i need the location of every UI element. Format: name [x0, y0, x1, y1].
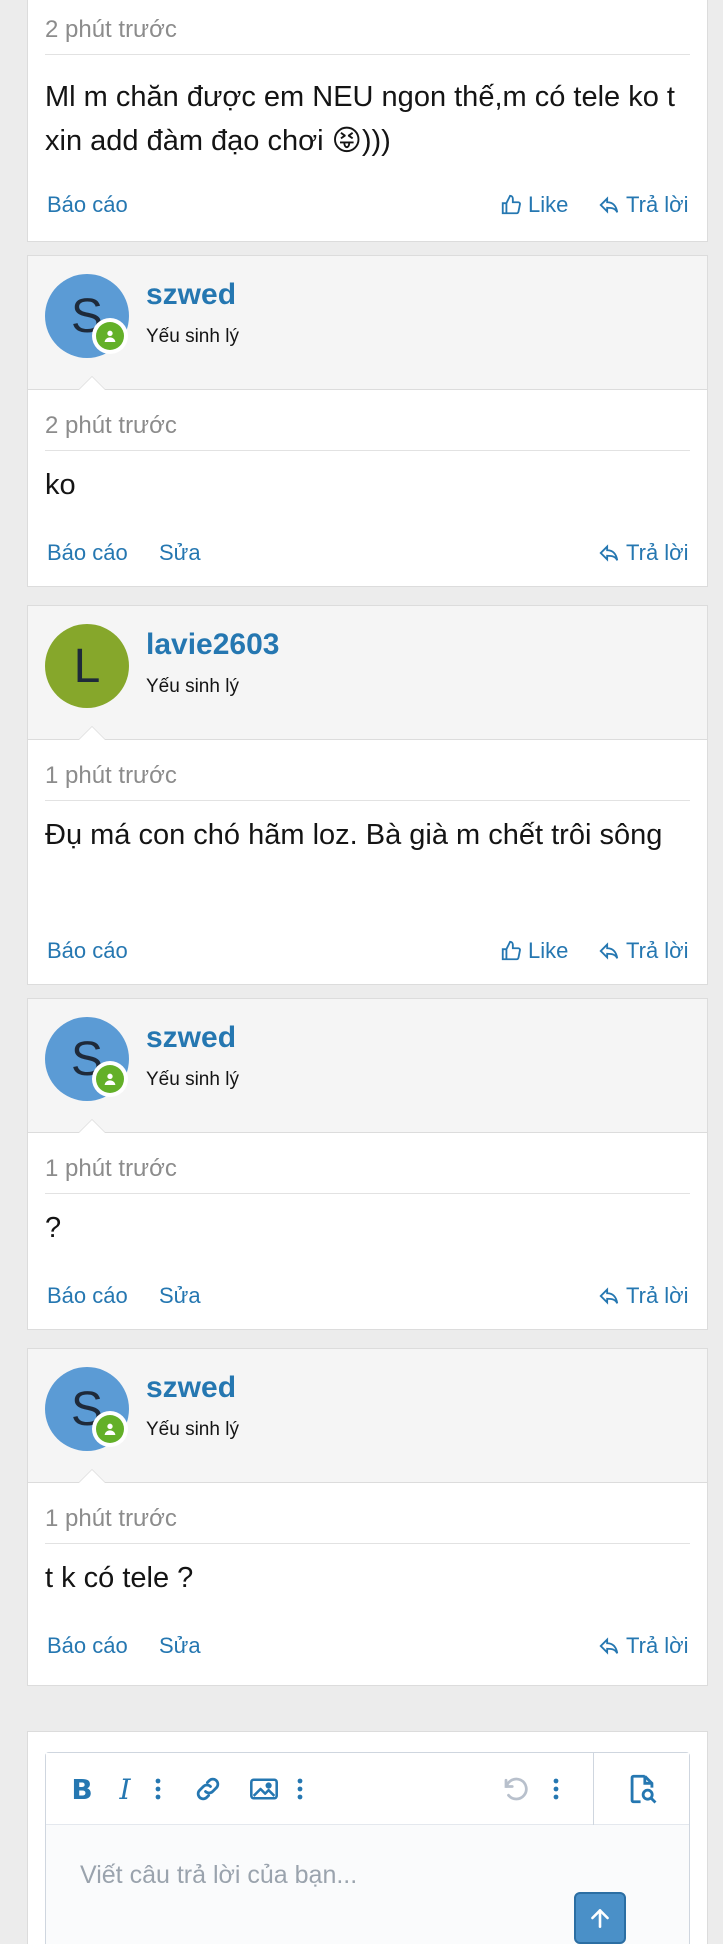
more-options-icon[interactable] — [150, 1773, 166, 1805]
post-actions: Báo cáo Sửa Trả lời — [28, 1261, 707, 1333]
report-link[interactable]: Báo cáo — [47, 192, 128, 218]
preview-icon[interactable] — [593, 1753, 689, 1825]
post-card: 2 phút trước Ml m chăn được em NEU ngon … — [27, 0, 708, 242]
editor-toolbar: B I — [46, 1753, 689, 1825]
edit-link[interactable]: Sửa — [159, 1283, 201, 1309]
post-message: Đụ má con chó hãm loz. Bà già m chết trô… — [45, 819, 663, 851]
reply-icon — [599, 196, 619, 214]
reply-label: Trả lời — [626, 938, 689, 963]
online-status-icon — [92, 1061, 128, 1097]
reply-button[interactable]: Trả lời — [598, 540, 689, 566]
edit-link[interactable]: Sửa — [159, 1633, 201, 1659]
post-user-header: S szwed Yếu sinh lý — [28, 256, 707, 390]
username[interactable]: szwed — [146, 1021, 236, 1055]
speech-pointer — [78, 1469, 106, 1483]
reply-label: Trả lời — [626, 1633, 689, 1658]
reply-label: Trả lời — [626, 540, 689, 565]
more-options-icon[interactable] — [548, 1773, 564, 1805]
reply-icon — [599, 544, 619, 562]
report-link[interactable]: Báo cáo — [47, 540, 128, 566]
like-button[interactable]: Like — [500, 192, 568, 218]
scroll-top-button[interactable] — [574, 1892, 626, 1944]
post-time[interactable]: 1 phút trước — [45, 740, 690, 801]
report-link[interactable]: Báo cáo — [47, 938, 128, 964]
post-body: 1 phút trước Đụ má con chó hãm loz. Bà g… — [28, 740, 707, 857]
post-body: 2 phút trước Ml m chăn được em NEU ngon … — [28, 0, 707, 163]
reply-icon — [599, 1637, 619, 1655]
like-label: Like — [528, 192, 569, 217]
online-status-icon — [92, 318, 128, 354]
italic-icon[interactable]: I — [112, 1773, 138, 1806]
post-time[interactable]: 2 phút trước — [45, 0, 690, 55]
post-actions: Báo cáo Sửa Trả lời — [28, 1611, 707, 1683]
thread-page: 2 phút trước Ml m chăn được em NEU ngon … — [0, 0, 723, 1944]
post-user-header: L lavie2603 Yếu sinh lý — [28, 606, 707, 740]
reply-button[interactable]: Trả lời — [598, 938, 689, 964]
online-status-icon — [92, 1411, 128, 1447]
reply-button[interactable]: Trả lời — [598, 1283, 689, 1309]
user-title: Yếu sinh lý — [146, 1419, 239, 1440]
thumbs-up-icon — [501, 194, 521, 215]
post-time[interactable]: 1 phút trước — [45, 1483, 690, 1544]
post-card: S szwed Yếu sinh lý 2 phút trước ko Báo … — [27, 255, 708, 587]
report-link[interactable]: Báo cáo — [47, 1633, 128, 1659]
thumbs-up-icon — [501, 940, 521, 961]
speech-pointer — [78, 376, 106, 390]
avatar[interactable]: L — [45, 624, 129, 708]
reply-placeholder: Viết câu trả lời của bạn... — [80, 1861, 358, 1889]
post-card: S szwed Yếu sinh lý 1 phút trước ? Báo c… — [27, 998, 708, 1330]
post-card: S szwed Yếu sinh lý 1 phút trước t k có … — [27, 1348, 708, 1686]
speech-pointer — [78, 1119, 106, 1133]
username[interactable]: szwed — [146, 278, 236, 312]
post-message: t k có tele ? — [45, 1562, 194, 1594]
username[interactable]: lavie2603 — [146, 628, 279, 662]
post-user-header: S szwed Yếu sinh lý — [28, 999, 707, 1133]
image-icon[interactable] — [246, 1773, 282, 1805]
post-time[interactable]: 1 phút trước — [45, 1133, 690, 1194]
reply-button[interactable]: Trả lời — [598, 1633, 689, 1659]
user-title: Yếu sinh lý — [146, 1069, 239, 1090]
like-button[interactable]: Like — [500, 938, 568, 964]
reply-icon — [599, 1287, 619, 1305]
bold-icon[interactable]: B — [68, 1773, 96, 1806]
user-title: Yếu sinh lý — [146, 676, 239, 697]
post-body: 2 phút trước ko — [28, 390, 707, 507]
post-actions: Báo cáo Sửa Trả lời — [28, 518, 707, 590]
post-body: 1 phút trước ? — [28, 1133, 707, 1250]
report-link[interactable]: Báo cáo — [47, 1283, 128, 1309]
reply-label: Trả lời — [626, 1283, 689, 1308]
speech-pointer — [78, 726, 106, 740]
edit-link[interactable]: Sửa — [159, 540, 201, 566]
post-card: L lavie2603 Yếu sinh lý 1 phút trước Đụ … — [27, 605, 708, 985]
user-title: Yếu sinh lý — [146, 326, 239, 347]
username[interactable]: szwed — [146, 1371, 236, 1405]
link-icon[interactable] — [190, 1773, 226, 1805]
post-message: ko — [45, 469, 76, 501]
post-message: Ml m chăn được em NEU ngon thế,m có tele… — [45, 81, 675, 157]
undo-icon[interactable] — [498, 1773, 534, 1805]
post-user-header: S szwed Yếu sinh lý — [28, 1349, 707, 1483]
reply-button[interactable]: Trả lời — [598, 192, 689, 218]
reply-icon — [599, 942, 619, 960]
post-body: 1 phút trước t k có tele ? — [28, 1483, 707, 1600]
like-label: Like — [528, 938, 569, 963]
post-actions: Báo cáo Like Trả lời — [28, 916, 707, 988]
post-time[interactable]: 2 phút trước — [45, 390, 690, 451]
post-actions: Báo cáo Like Trả lời — [28, 170, 707, 242]
post-message: ? — [45, 1212, 62, 1244]
reply-label: Trả lời — [626, 192, 689, 217]
more-options-icon[interactable] — [292, 1773, 308, 1805]
arrow-up-icon — [591, 1909, 609, 1928]
